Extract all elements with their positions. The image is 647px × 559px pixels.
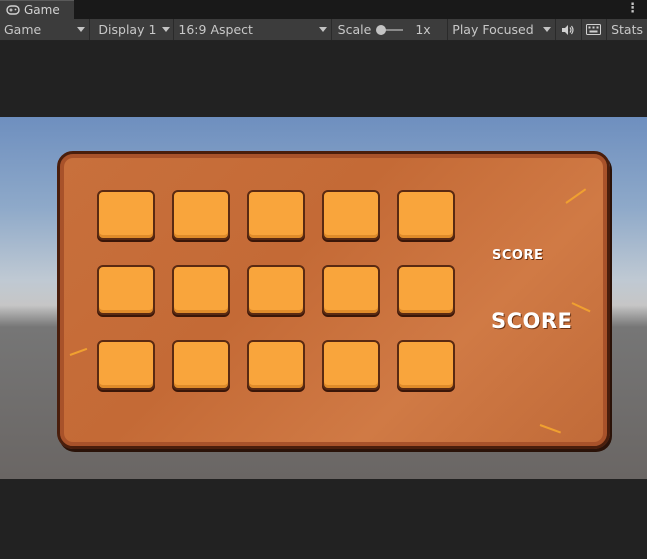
- score-label-large: SCORE: [491, 309, 573, 333]
- board-crack: [69, 347, 88, 356]
- gamepad-icon: [6, 5, 20, 15]
- card-tile[interactable]: [247, 265, 305, 315]
- card-tile[interactable]: [97, 340, 155, 390]
- display-dropdown[interactable]: Display 1: [90, 19, 175, 40]
- mute-audio-button[interactable]: [556, 19, 582, 40]
- game-toolbar: Game Display 1 16:9 Aspect Scale 1x Play…: [0, 19, 647, 41]
- card-tile[interactable]: [322, 190, 380, 240]
- speaker-icon: [562, 24, 574, 35]
- tab-bar: Game ⋮: [0, 0, 647, 20]
- scale-slider[interactable]: [376, 24, 404, 35]
- tab-game-label: Game: [24, 3, 60, 17]
- stats-button[interactable]: Stats: [607, 19, 647, 40]
- chevron-down-icon: [77, 27, 86, 32]
- chevron-down-icon: [543, 27, 552, 32]
- keyboard-icon: [586, 24, 602, 35]
- card-tile[interactable]: [322, 265, 380, 315]
- aspect-label: 16:9 Aspect: [178, 22, 253, 37]
- board-crack: [539, 424, 562, 434]
- card-tile[interactable]: [97, 190, 155, 240]
- aspect-dropdown[interactable]: 16:9 Aspect: [174, 19, 332, 40]
- game-render[interactable]: SCORE SCORE: [0, 117, 647, 479]
- view-mode-label: Game: [4, 22, 42, 37]
- more-options-icon[interactable]: ⋮: [626, 2, 639, 16]
- card-tile[interactable]: [247, 190, 305, 240]
- display-label: Display 1: [98, 22, 157, 37]
- board-crack: [565, 188, 587, 204]
- card-tile[interactable]: [97, 265, 155, 315]
- view-mode-dropdown[interactable]: Game: [0, 19, 91, 40]
- game-board: SCORE SCORE: [57, 151, 610, 449]
- card-tile[interactable]: [247, 340, 305, 390]
- board-crack: [571, 302, 591, 313]
- card-tile[interactable]: [172, 340, 230, 390]
- card-tile[interactable]: [397, 190, 455, 240]
- scale-value: 1x: [415, 22, 431, 37]
- score-label-small: SCORE: [492, 248, 544, 263]
- scale-slider-thumb[interactable]: [376, 24, 387, 35]
- card-tile[interactable]: [397, 265, 455, 315]
- scale-label: Scale: [337, 22, 372, 37]
- keyboard-shortcuts-button[interactable]: [582, 19, 608, 40]
- card-tile[interactable]: [172, 265, 230, 315]
- card-tile[interactable]: [322, 340, 380, 390]
- scale-control[interactable]: Scale 1x: [332, 19, 449, 40]
- card-tile[interactable]: [397, 340, 455, 390]
- stats-label: Stats: [611, 22, 643, 37]
- chevron-down-icon: [162, 27, 171, 32]
- chevron-down-icon: [318, 27, 327, 32]
- play-mode-label: Play Focused: [452, 22, 534, 37]
- tab-game[interactable]: Game: [0, 0, 74, 19]
- card-tile[interactable]: [172, 190, 230, 240]
- play-mode-dropdown[interactable]: Play Focused: [448, 19, 557, 40]
